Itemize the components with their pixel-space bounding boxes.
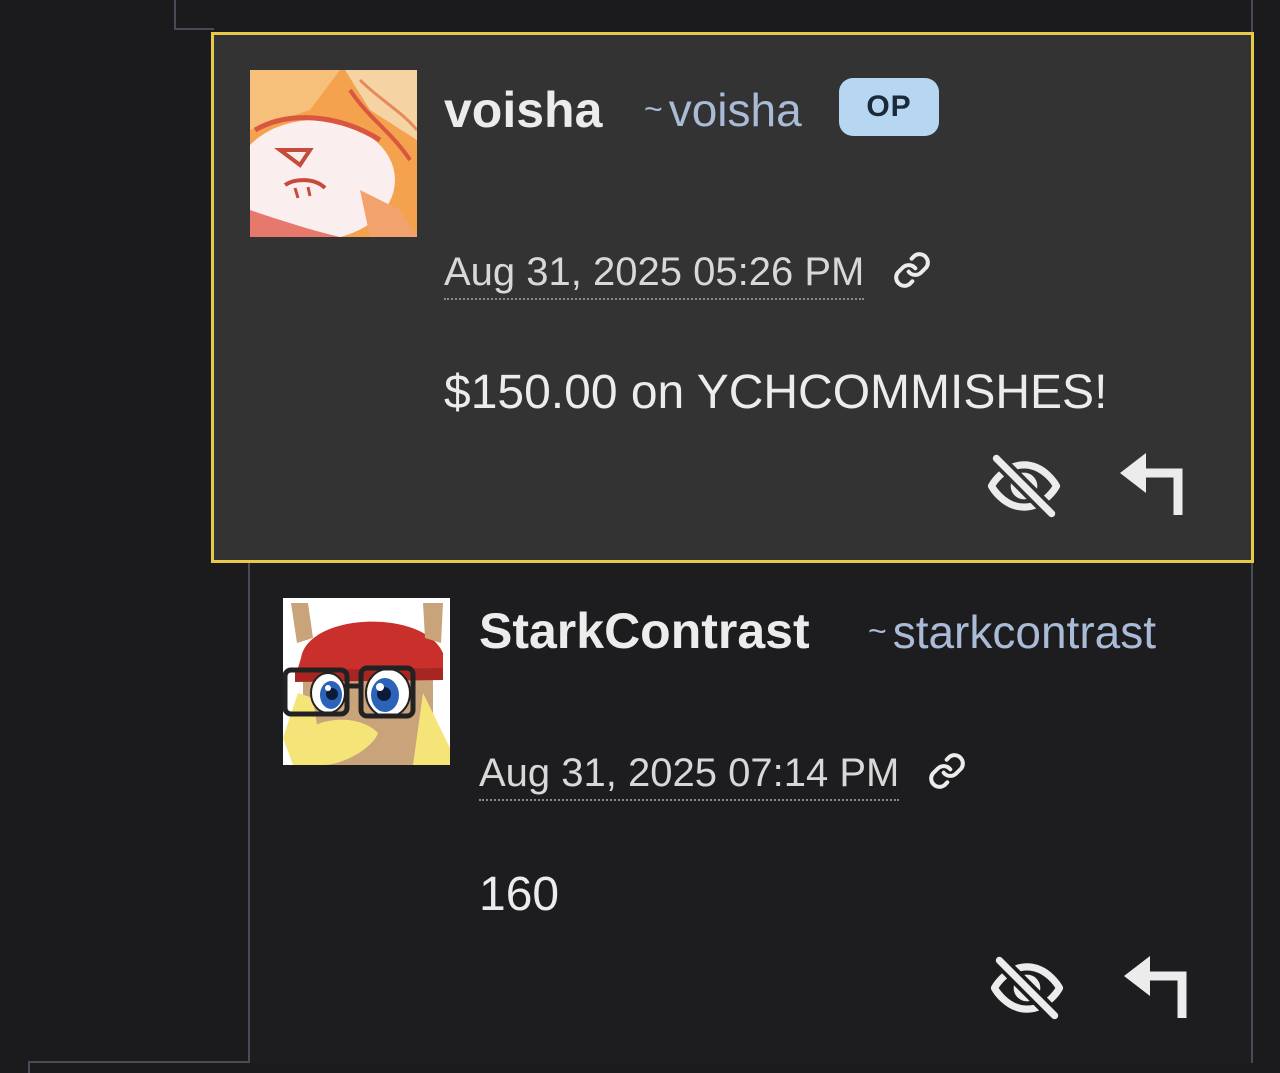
comment-body: 160	[479, 868, 560, 921]
timestamp[interactable]: Aug 31, 2025 07:14 PM	[479, 753, 900, 801]
username[interactable]: voisha	[444, 85, 602, 135]
comment-op-highlighted: voisha ~ voisha OP Aug 31, 2025 05:26 PM …	[211, 32, 1254, 563]
op-badge: OP	[839, 78, 939, 136]
permalink-icon[interactable]	[892, 250, 932, 290]
hide-icon[interactable]	[985, 447, 1063, 530]
user-handle[interactable]: ~ starkcontrast	[868, 609, 1156, 655]
username[interactable]: StarkContrast	[479, 606, 810, 656]
thread-line-top-left	[174, 0, 176, 30]
hide-icon[interactable]	[988, 949, 1066, 1032]
user-handle[interactable]: ~ voisha	[644, 87, 802, 133]
permalink-icon[interactable]	[927, 751, 967, 791]
comment-reply: StarkContrast ~ starkcontrast Aug 31, 202…	[248, 563, 1253, 1063]
avatar[interactable]	[250, 70, 417, 237]
handle-tilde: ~	[868, 613, 887, 649]
handle-text: starkcontrast	[892, 606, 1156, 658]
timestamp[interactable]: Aug 31, 2025 05:26 PM	[444, 252, 865, 300]
thread-line-bottom-left	[28, 1061, 30, 1073]
comment-body: $150.00 on YCHCOMMISHES!	[444, 366, 1108, 419]
handle-text: voisha	[668, 84, 802, 136]
reply-icon[interactable]	[1120, 954, 1192, 1025]
reply-icon[interactable]	[1116, 451, 1188, 522]
avatar[interactable]	[283, 598, 450, 765]
handle-tilde: ~	[644, 91, 663, 127]
thread-line-right	[1251, 0, 1253, 34]
thread-line-top	[174, 28, 214, 30]
